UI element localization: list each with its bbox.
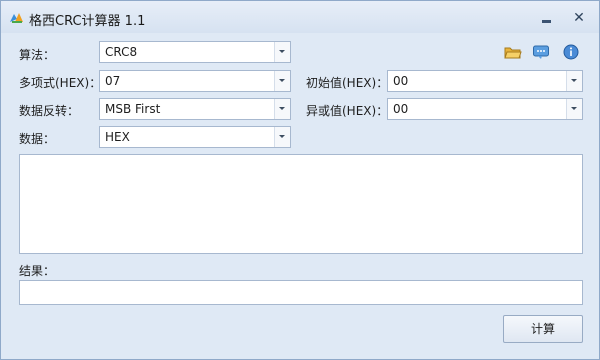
title-bar: 格西CRC计算器 1.1 ✕ [1,1,599,33]
data-format-value: HEX [105,130,130,144]
result-field[interactable] [19,280,583,305]
xor-value-select[interactable]: 00 [387,98,583,120]
chevron-down-icon[interactable] [274,71,290,91]
result-label: 结果： [19,264,56,278]
algorithm-value: CRC8 [105,45,138,59]
algorithm-select[interactable]: CRC8 [99,41,291,63]
data-input[interactable] [19,154,583,254]
open-folder-icon[interactable] [504,43,522,61]
info-icon[interactable] [562,43,580,61]
close-button[interactable]: ✕ [569,9,589,27]
data-format-select[interactable]: HEX [99,126,291,148]
xor-value-label: 异或值(HEX)： [306,104,389,118]
reflect-label: 数据反转： [19,104,80,118]
data-format-label: 数据： [19,132,56,146]
chevron-down-icon[interactable] [274,99,290,119]
polynomial-label: 多项式(HEX)： [19,76,102,90]
chevron-down-icon[interactable] [566,99,582,119]
reflect-select[interactable]: MSB First [99,98,291,120]
xor-value: 00 [393,102,409,116]
algorithm-label: 算法： [19,48,56,62]
chevron-down-icon[interactable] [274,42,290,62]
chevron-down-icon[interactable] [566,71,582,91]
initial-value-label: 初始值(HEX)： [306,76,389,90]
app-icon [10,13,23,23]
polynomial-value: 07 [105,74,121,88]
message-icon[interactable] [532,43,550,61]
reflect-value: MSB First [105,102,161,116]
initial-value: 00 [393,74,409,88]
crc-calculator-window: 格西CRC计算器 1.1 ✕ 算法： CRC8 多项式(HEX)： 07 初始值… [0,0,600,360]
polynomial-select[interactable]: 07 [99,70,291,92]
chevron-down-icon[interactable] [274,127,290,147]
minimize-button[interactable] [537,9,557,27]
calculate-button[interactable]: 计算 [503,315,583,343]
initial-value-select[interactable]: 00 [387,70,583,92]
window-title: 格西CRC计算器 1.1 [29,14,146,29]
